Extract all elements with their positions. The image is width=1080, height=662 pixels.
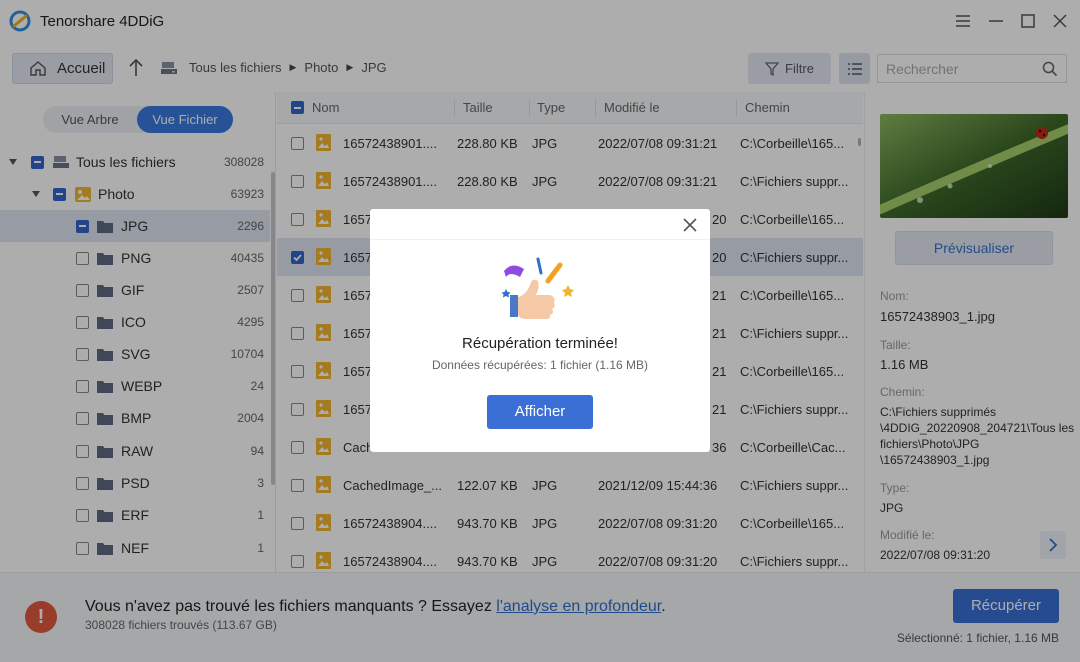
dialog-subtitle: Données récupérées: 1 fichier (1.16 MB) [431, 358, 649, 372]
thumbs-up-celebration-icon [501, 257, 574, 319]
recovery-complete-dialog: Récupération terminée! Données récupérée… [370, 209, 710, 452]
dialog-divider [370, 239, 710, 240]
show-files-button[interactable]: Afficher [487, 395, 593, 429]
dialog-close-icon[interactable] [682, 217, 698, 233]
dialog-title: Récupération terminée! [462, 335, 618, 352]
